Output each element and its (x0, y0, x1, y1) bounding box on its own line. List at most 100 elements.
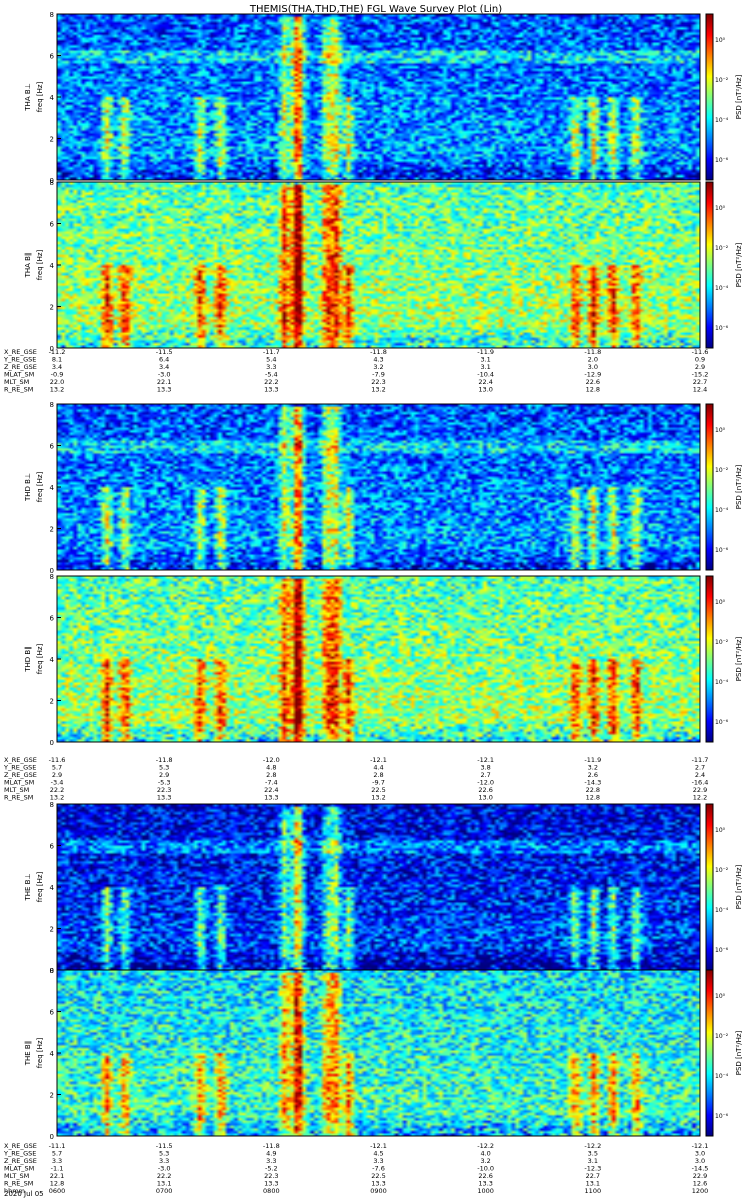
y-tick-label: 2 (50, 926, 54, 934)
colorbar-tick-label: 10⁻⁴ (715, 117, 729, 124)
colorbar-tick-label: 10⁻⁶ (715, 1113, 729, 1120)
colorbar-label: PSD [nT²/Hz] (735, 74, 743, 119)
y-tick-label: 2 (50, 304, 54, 312)
colorbar-tick-label: 10⁻⁴ (715, 679, 729, 686)
ephemeris-value: 13.2 (371, 794, 385, 802)
colorbar-tick-label: 10⁻⁶ (715, 325, 729, 332)
spectrogram-panel: 02468THD B⊥ freq [Hz]10⁰10⁻²10⁻⁴10⁻⁶PSD [… (24, 401, 743, 575)
colorbar-tick-label: 10⁻⁴ (715, 285, 729, 292)
y-tick-label: 6 (50, 843, 55, 851)
colorbar-tick-label: 10⁰ (715, 205, 726, 212)
spectrogram-image (57, 182, 700, 348)
colorbar-tick-label: 10⁰ (715, 993, 726, 1000)
colorbar-tick-label: 10⁻² (715, 77, 729, 84)
ephemeris-value: 13.2 (371, 386, 385, 394)
colorbar-tick-label: 10⁻⁴ (715, 507, 729, 514)
spectrogram-image (57, 804, 700, 970)
y-tick-label: 4 (50, 262, 55, 270)
y-tick-label: 0 (50, 1133, 54, 1141)
ephemeris-value: 13.0 (478, 386, 492, 394)
ephemeris-value: 13.3 (157, 794, 171, 802)
ephemeris-value: 13.3 (264, 794, 278, 802)
ephemeris-value: 13.2 (50, 386, 64, 394)
colorbar (705, 969, 714, 1137)
y-tick-label: 6 (50, 443, 55, 451)
colorbar-tick-label: 10⁻⁴ (715, 907, 729, 914)
colorbar-tick-label: 10⁻⁶ (715, 547, 729, 554)
ephemeris-block: X_RE_GSEY_RE_GSEZ_RE_GSEMLAT_SMMLT_SMR_R… (3, 756, 708, 802)
y-tick-label: 0 (50, 739, 54, 747)
panel-label: THE B∥ (24, 1041, 32, 1067)
y-tick-label: 4 (50, 94, 55, 102)
y-tick-label: 4 (50, 484, 55, 492)
colorbar-label: PSD [nT²/Hz] (735, 636, 743, 681)
ephemeris-value: 13.0 (478, 794, 492, 802)
y-tick-label: 8 (50, 11, 54, 19)
panel-label: THD B⊥ (24, 473, 32, 502)
y-axis-label: freq [Hz] (36, 249, 44, 280)
ephemeris-value: 0600 (49, 1187, 66, 1195)
y-tick-label: 8 (50, 801, 54, 809)
spectrogram-panel: 0 2 4 6 8 THD B∥ freq [Hz] 10⁰ 10⁻² 10⁻⁴ 10⁻⁶ PSD [… (24, 573, 743, 747)
y-tick-label: 8 (50, 967, 54, 975)
y-tick-label: 2 (50, 526, 54, 534)
ephemeris-value: 13.3 (157, 386, 171, 394)
spectrogram-panel: 02468THE B⊥ freq [Hz]10⁰10⁻²10⁻⁴10⁻⁶PSD [… (24, 801, 743, 975)
colorbar-tick-label: 10⁰ (715, 827, 726, 834)
colorbar-label: PSD [nT²/Hz] (735, 864, 743, 909)
spectrogram-image (57, 404, 700, 570)
colorbar-label: PSD [nT²/Hz] (735, 1030, 743, 1075)
y-tick-label: 4 (50, 656, 55, 664)
colorbar (705, 803, 714, 971)
colorbar (705, 403, 714, 571)
colorbar-tick-label: 10⁻² (715, 245, 729, 252)
ephemeris-value: 12.8 (586, 386, 600, 394)
ephemeris-value: 0900 (370, 1187, 387, 1195)
ephemeris-value: 13.3 (264, 386, 278, 394)
wave-survey-figure: THEMIS(THA,THD,THE) FGL Wave Survey Plot… (3, 4, 743, 1198)
spectrogram-panel: 02468THA B∥ freq [Hz]10⁰10⁻²10⁻⁴10⁻⁶PSD [… (24, 179, 743, 353)
ephemeris-block: X_RE_GSEY_RE_GSEZ_RE_GSEMLAT_SMMLT_SMR_R… (3, 348, 708, 394)
ephemeris-block: X_RE_GSEY_RE_GSEZ_RE_GSEMLAT_SMMLT_SMR_R… (3, 1142, 708, 1195)
spectrogram-panel: 02468THA B⊥ freq [Hz]10⁰10⁻²10⁻⁴10⁻⁶PSD [… (24, 11, 743, 185)
colorbar-tick-label: 10⁻⁶ (715, 157, 729, 164)
y-tick-label: 8 (50, 573, 54, 581)
panel-label: THA B∥ (24, 253, 32, 279)
colorbar-tick-label: 10⁻⁴ (715, 1073, 729, 1080)
colorbar-tick-label: 10⁰ (715, 599, 726, 606)
colorbar-tick-label: 10⁰ (715, 37, 726, 44)
colorbar-tick-label: 10⁰ (715, 427, 726, 434)
y-tick-label: 6 (50, 1009, 55, 1017)
y-tick-label: 6 (50, 615, 55, 623)
ephemeris-value: 1100 (585, 1187, 602, 1195)
y-tick-label: 8 (50, 401, 54, 409)
y-axis-label: freq [Hz] (36, 471, 44, 502)
y-axis-label: freq [Hz] (36, 1037, 44, 1068)
spectrogram-image (57, 970, 700, 1136)
y-tick-label: 4 (50, 1050, 55, 1058)
colorbar-tick-label: 10⁻² (715, 867, 729, 874)
spectrogram-image (57, 576, 700, 742)
y-tick-label: 4 (50, 884, 55, 892)
colorbar (705, 575, 714, 743)
ephemeris-label: R_RE_SM (4, 794, 33, 802)
ephemeris-value: 1000 (477, 1187, 494, 1195)
panel-label: THA B⊥ (24, 83, 32, 111)
y-tick-label: 2 (50, 136, 54, 144)
figure-title: THEMIS(THA,THD,THE) FGL Wave Survey Plot… (249, 4, 502, 15)
y-axis-label: freq [Hz] (36, 643, 44, 674)
y-tick-label: 2 (50, 698, 54, 706)
y-tick-label: 6 (50, 221, 55, 229)
y-tick-label: 2 (50, 1092, 54, 1100)
y-axis-label: freq [Hz] (36, 81, 44, 112)
ephemeris-label: R_RE_SM (4, 386, 33, 394)
spectrogram-panel: 0 2 4 6 8 THE B∥ freq [Hz] 10⁰ 10⁻² 10⁻⁴ 10⁻⁶ PSD [… (24, 967, 743, 1141)
colorbar (705, 181, 714, 349)
colorbar-tick-label: 10⁻⁶ (715, 947, 729, 954)
ephemeris-value: 1200 (692, 1187, 709, 1195)
panel-label: THD B∥ (24, 646, 32, 672)
colorbar-tick-label: 10⁻² (715, 1033, 729, 1040)
colorbar-label: PSD [nT²/Hz] (735, 464, 743, 509)
ephemeris-value: 12.8 (586, 794, 600, 802)
panel-label: THE B⊥ (24, 873, 32, 901)
